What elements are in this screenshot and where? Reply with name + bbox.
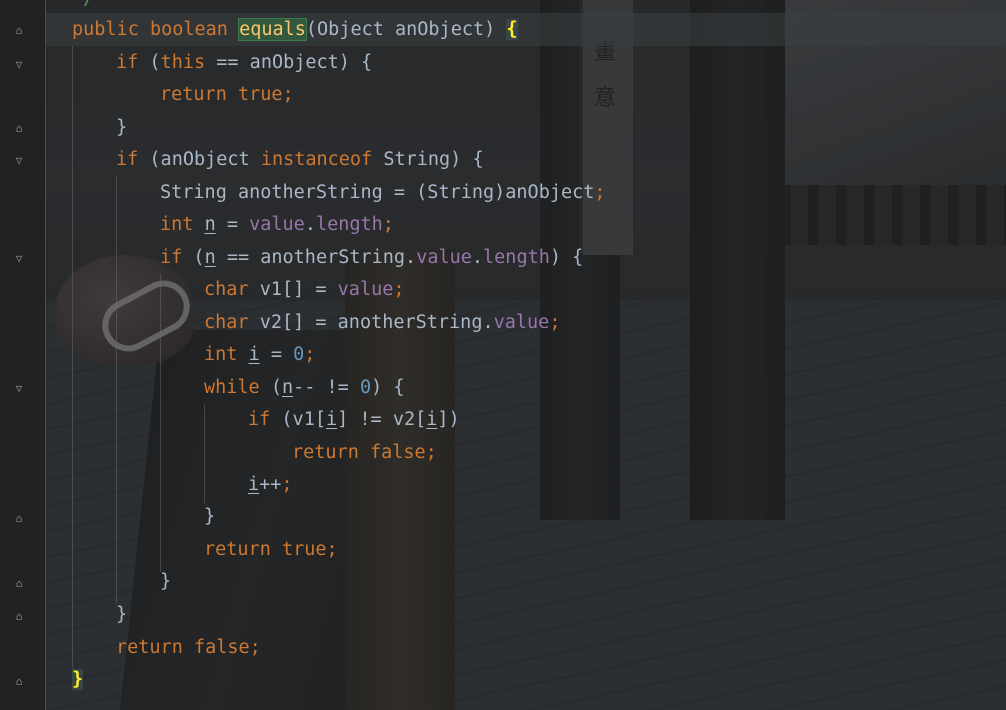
token-semicolon: ; <box>281 474 293 495</box>
token-keyword: return <box>292 442 370 463</box>
token-field: length <box>315 214 383 235</box>
token-semicolon: ; <box>249 637 261 658</box>
code-line: i++; <box>248 469 293 501</box>
code-line: } <box>160 571 172 592</box>
code-line: if (this == anObject) { <box>116 47 372 79</box>
token-keyword: if <box>116 149 139 170</box>
token-keyword: char <box>204 279 249 300</box>
token-keyword: false <box>193 637 250 658</box>
token-variable: n <box>204 247 216 268</box>
token-plain: = <box>259 344 294 365</box>
code-line: char v2[] = anotherString.value; <box>204 307 560 339</box>
indent-guide <box>116 176 117 604</box>
token-keyword: true <box>237 84 283 105</box>
token-semicolon: ; <box>425 442 437 463</box>
token-keyword: return <box>204 539 282 560</box>
code-line: } <box>116 604 128 625</box>
token-plain: . <box>304 214 316 235</box>
token-semicolon: ; <box>304 344 316 365</box>
token-keyword: char <box>204 312 249 333</box>
token-variable: i <box>426 409 438 430</box>
token-field: value <box>416 247 472 268</box>
token-keyword: false <box>369 442 426 463</box>
token-variable: i <box>248 474 260 495</box>
code-line: char v1[] = value; <box>204 274 405 306</box>
token-keyword: instanceof <box>260 149 373 170</box>
code-line: int n = value.length; <box>160 209 394 241</box>
token-keyword: return <box>116 637 194 658</box>
token-number: 0 <box>359 377 372 398</box>
code-line: while (n-- != 0) { <box>204 372 405 404</box>
token-modifiers: public boolean <box>72 19 240 40</box>
token-keyword: this <box>160 52 206 73</box>
token-open-brace: { <box>506 19 518 40</box>
code-line: return false; <box>292 437 437 469</box>
token-keyword: while <box>204 377 260 398</box>
token-semicolon: ; <box>326 539 338 560</box>
token-keyword: if <box>160 247 183 268</box>
token-semicolon: ; <box>393 279 405 300</box>
code-line: return false; <box>116 632 261 664</box>
code-line: if (n == anotherString.value.length) { <box>160 242 583 274</box>
token-keyword: return <box>160 84 238 105</box>
code-line: return true; <box>204 534 338 566</box>
token-plain: ++ <box>259 474 282 495</box>
token-variable: n <box>281 377 294 398</box>
token-plain: . <box>471 247 484 268</box>
token-plain: String anotherString = (String)anObject <box>160 182 595 203</box>
indent-guide <box>204 404 205 504</box>
code-line: } <box>72 664 84 696</box>
token-method-name[interactable]: equals <box>238 18 307 41</box>
token-semicolon: ; <box>382 214 394 235</box>
code-line-comment: */ <box>72 0 94 15</box>
token-variable: n <box>204 214 216 235</box>
token-plain: String) { <box>372 149 484 170</box>
token-semicolon: ; <box>282 84 294 105</box>
code-editor[interactable]: */ public boolean equals(Object anObject… <box>0 0 1006 710</box>
token-field: length <box>483 247 550 268</box>
token-plain: = <box>215 214 250 235</box>
token-plain: v2[] = anotherString. <box>248 312 494 333</box>
token-close-brace: } <box>72 669 84 690</box>
token-plain: ) { <box>371 377 405 398</box>
token-params: (Object anObject) <box>305 19 507 40</box>
token-variable: i <box>248 344 260 365</box>
token-plain: == anotherString. <box>215 247 417 268</box>
token-plain: v1[] = <box>248 279 338 300</box>
code-line: if (v1[i] != v2[i]) <box>248 404 460 436</box>
token-plain: == anObject) { <box>205 52 373 73</box>
token-plain: ( <box>182 247 205 268</box>
indent-guide <box>72 46 73 668</box>
token-plain: -- != <box>293 377 360 398</box>
token-variable: i <box>325 409 338 430</box>
token-keyword: if <box>116 52 139 73</box>
code-line: int i = 0; <box>204 339 315 371</box>
token-number: 0 <box>293 344 305 365</box>
token-plain: (v1[ <box>270 409 326 430</box>
token-plain: ) { <box>549 247 584 268</box>
token-plain: (anObject <box>138 149 261 170</box>
token-semicolon: ; <box>549 312 561 333</box>
code-line: } <box>204 506 216 527</box>
token-plain: ] != v2[ <box>337 409 427 430</box>
code-line: if (anObject instanceof String) { <box>116 144 484 176</box>
token-field: value <box>337 279 394 300</box>
code-line-method-header: public boolean equals(Object anObject) { <box>72 14 518 46</box>
indent-guide <box>160 274 161 572</box>
token-plain: ( <box>259 377 282 398</box>
token-keyword: int <box>160 214 194 235</box>
token-keyword: if <box>248 409 271 430</box>
code-line: String anotherString = (String)anObject; <box>160 177 606 209</box>
token-plain: ]) <box>437 409 460 430</box>
token-field: value <box>249 214 305 235</box>
code-line: return true; <box>160 79 294 111</box>
token-field: value <box>493 312 550 333</box>
token-plain: ( <box>138 52 161 73</box>
token-keyword: true <box>281 539 327 560</box>
code-line: } <box>116 117 128 138</box>
token-keyword: int <box>204 344 238 365</box>
token-semicolon: ; <box>594 182 606 203</box>
